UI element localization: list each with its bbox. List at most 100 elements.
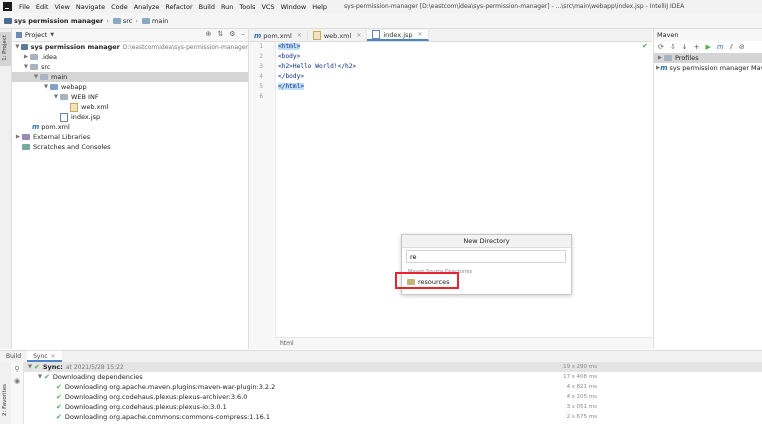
maven-item-profiles[interactable]: ▶ Profiles bbox=[654, 53, 762, 63]
folder-icon bbox=[30, 54, 38, 60]
chevron-down-icon[interactable]: ▼ bbox=[50, 32, 54, 38]
chevron-down-icon[interactable]: ▼ bbox=[52, 94, 60, 100]
directory-name-input[interactable] bbox=[406, 250, 566, 263]
build-row[interactable]: ✔ Downloading org.apache.maven.plugins:m… bbox=[24, 382, 762, 392]
xml-file-icon bbox=[70, 102, 78, 112]
tree-item-webapp[interactable]: ▼ webapp bbox=[12, 82, 248, 92]
chevron-right-icon[interactable]: ▶ bbox=[22, 54, 30, 60]
menu-refactor[interactable]: Refactor bbox=[162, 3, 195, 11]
menu-vcs[interactable]: VCS bbox=[258, 3, 277, 11]
close-icon[interactable]: ✕ bbox=[356, 32, 361, 39]
tree-item-web-inf[interactable]: ▼ WEB INF bbox=[12, 92, 248, 102]
project-tool-tab-label: 1: Project bbox=[2, 35, 8, 61]
tab-pom-xml[interactable]: m pom.xml ✕ bbox=[249, 30, 308, 41]
success-check-icon: ✔ bbox=[56, 403, 62, 411]
build-row-duration: 17 s 408 ms bbox=[563, 374, 597, 380]
editor-area: m pom.xml ✕ web.xml ✕ index.jsp ✕ 1 2 3 … bbox=[249, 29, 652, 349]
menu-run[interactable]: Run bbox=[218, 3, 236, 11]
tree-item-project-root[interactable]: ▼ sys permission manager D:\eastcom\idea… bbox=[12, 42, 248, 52]
breadcrumb-project[interactable]: sys permission manager › bbox=[0, 17, 109, 25]
inspection-ok-icon[interactable]: ✔ bbox=[642, 42, 648, 50]
build-output-panel: ▼ ✔ Sync: at 2021/5/28 15:22 19 s 290 ms… bbox=[24, 362, 762, 424]
menu-analyze[interactable]: Analyze bbox=[131, 3, 163, 11]
hide-icon[interactable]: – bbox=[242, 30, 246, 38]
build-row[interactable]: ✔ Downloading org.codehaus.plexus:plexus… bbox=[24, 402, 762, 412]
tree-item-label: webapp bbox=[61, 83, 87, 91]
maven-panel-title: Maven bbox=[657, 31, 679, 39]
locate-icon[interactable]: ⊕ bbox=[205, 30, 211, 38]
tree-item-web-xml[interactable]: web.xml bbox=[12, 102, 248, 112]
build-row[interactable]: ▼ ✔ Downloading dependencies 17 s 408 ms bbox=[24, 372, 762, 382]
tree-item-label: web.xml bbox=[81, 103, 109, 111]
add-icon[interactable]: + bbox=[694, 43, 700, 51]
tab-web-xml[interactable]: web.xml ✕ bbox=[308, 30, 368, 41]
chevron-down-icon[interactable]: ▼ bbox=[22, 64, 30, 70]
close-icon[interactable]: ✕ bbox=[297, 32, 302, 39]
line-number: 2 bbox=[259, 53, 263, 60]
tree-item-pom-xml[interactable]: m pom.xml bbox=[12, 122, 248, 132]
folder-icon bbox=[112, 17, 121, 24]
eye-icon[interactable]: ◉ bbox=[11, 377, 23, 385]
tree-item-src[interactable]: ▼ src bbox=[12, 62, 248, 72]
generate-sources-icon[interactable]: ⇩ bbox=[670, 43, 676, 51]
maven-item-project[interactable]: ▶ m sys permission manager Mav bbox=[654, 63, 762, 73]
build-row[interactable]: ✔ Downloading org.codehaus.plexus:plexus… bbox=[24, 392, 762, 402]
build-row-timestamp: at 2021/5/28 15:22 bbox=[65, 363, 124, 371]
menu-code[interactable]: Code bbox=[108, 3, 131, 11]
highlight-annotation-box bbox=[395, 272, 459, 289]
build-row[interactable]: ✔ Downloading org.apache.commons:commons… bbox=[24, 412, 762, 422]
pin-icon[interactable]: ⚲ bbox=[11, 365, 23, 373]
tree-item-external-libraries[interactable]: ▶ External Libraries bbox=[12, 132, 248, 142]
breadcrumb-src[interactable]: src › bbox=[109, 17, 138, 25]
code-content[interactable]: <html> <body> <h2>Hello World!</h2> </bo… bbox=[278, 42, 356, 102]
close-icon[interactable]: ✕ bbox=[51, 353, 56, 360]
tab-build[interactable]: Build bbox=[0, 351, 27, 362]
menu-window[interactable]: Window bbox=[278, 3, 310, 11]
toggle-offline-icon[interactable]: ⫽ bbox=[730, 43, 733, 52]
web-folder-icon bbox=[50, 84, 58, 90]
run-icon[interactable]: ▶ bbox=[706, 43, 711, 51]
download-icon[interactable]: ↓ bbox=[682, 43, 688, 51]
tree-item-label: .idea bbox=[41, 53, 57, 61]
jsp-file-icon bbox=[372, 30, 381, 39]
project-tool-tab[interactable]: 1: Project bbox=[0, 32, 11, 66]
menu-build[interactable]: Build bbox=[196, 3, 218, 11]
tab-index-jsp[interactable]: index.jsp ✕ bbox=[367, 30, 429, 41]
project-view-selector[interactable]: Project bbox=[25, 31, 47, 39]
menu-help[interactable]: Help bbox=[309, 3, 330, 11]
build-row-duration: 4 s 821 ms bbox=[566, 384, 597, 390]
skip-tests-icon[interactable]: ⊘ bbox=[739, 43, 745, 51]
chevron-down-icon[interactable]: ▼ bbox=[36, 374, 44, 380]
chevron-right-icon[interactable]: ▶ bbox=[656, 55, 664, 61]
tree-item-idea[interactable]: ▶ .idea bbox=[12, 52, 248, 62]
tab-sync[interactable]: Sync ✕ bbox=[27, 351, 62, 362]
chevron-down-icon[interactable]: ▼ bbox=[26, 364, 34, 370]
chevron-down-icon[interactable]: ▼ bbox=[14, 44, 21, 50]
gear-icon[interactable]: ⚙ bbox=[229, 30, 235, 38]
chevron-right-icon[interactable]: ▶ bbox=[14, 134, 22, 140]
tree-item-main[interactable]: ▼ main bbox=[12, 72, 248, 82]
menu-edit[interactable]: Edit bbox=[33, 3, 52, 11]
chevron-down-icon[interactable]: ▼ bbox=[42, 84, 50, 90]
tree-item-index-jsp[interactable]: index.jsp bbox=[12, 112, 248, 122]
build-row-duration: 19 s 290 ms bbox=[563, 364, 597, 370]
favorites-tool-tab[interactable]: 2: Favorites bbox=[2, 384, 8, 416]
tree-item-scratches[interactable]: Scratches and Consoles bbox=[12, 142, 248, 152]
menu-file[interactable]: File bbox=[16, 3, 33, 11]
menu-tools[interactable]: Tools bbox=[236, 3, 258, 11]
maven-panel-header: Maven bbox=[654, 29, 762, 41]
refresh-icon[interactable]: ⟳ bbox=[658, 43, 664, 51]
editor-breadcrumb-bar: html bbox=[275, 337, 652, 349]
build-row[interactable]: ▼ ✔ Sync: at 2021/5/28 15:22 19 s 290 ms bbox=[24, 362, 762, 372]
build-row-label: Downloading org.codehaus.plexus:plexus-i… bbox=[64, 403, 227, 411]
maven-goal-icon[interactable]: m bbox=[717, 43, 724, 51]
build-row-duration: 3 s 051 ms bbox=[566, 404, 597, 410]
editor-breadcrumb[interactable]: html bbox=[280, 340, 294, 347]
chevron-down-icon[interactable]: ▼ bbox=[32, 74, 40, 80]
menu-navigate[interactable]: Navigate bbox=[73, 3, 108, 11]
build-row-label: Downloading dependencies bbox=[52, 373, 143, 381]
close-icon[interactable]: ✕ bbox=[418, 31, 423, 38]
breadcrumb-main[interactable]: main bbox=[138, 17, 168, 25]
collapse-all-icon[interactable]: ⇅ bbox=[217, 30, 223, 38]
menu-view[interactable]: View bbox=[51, 3, 72, 11]
